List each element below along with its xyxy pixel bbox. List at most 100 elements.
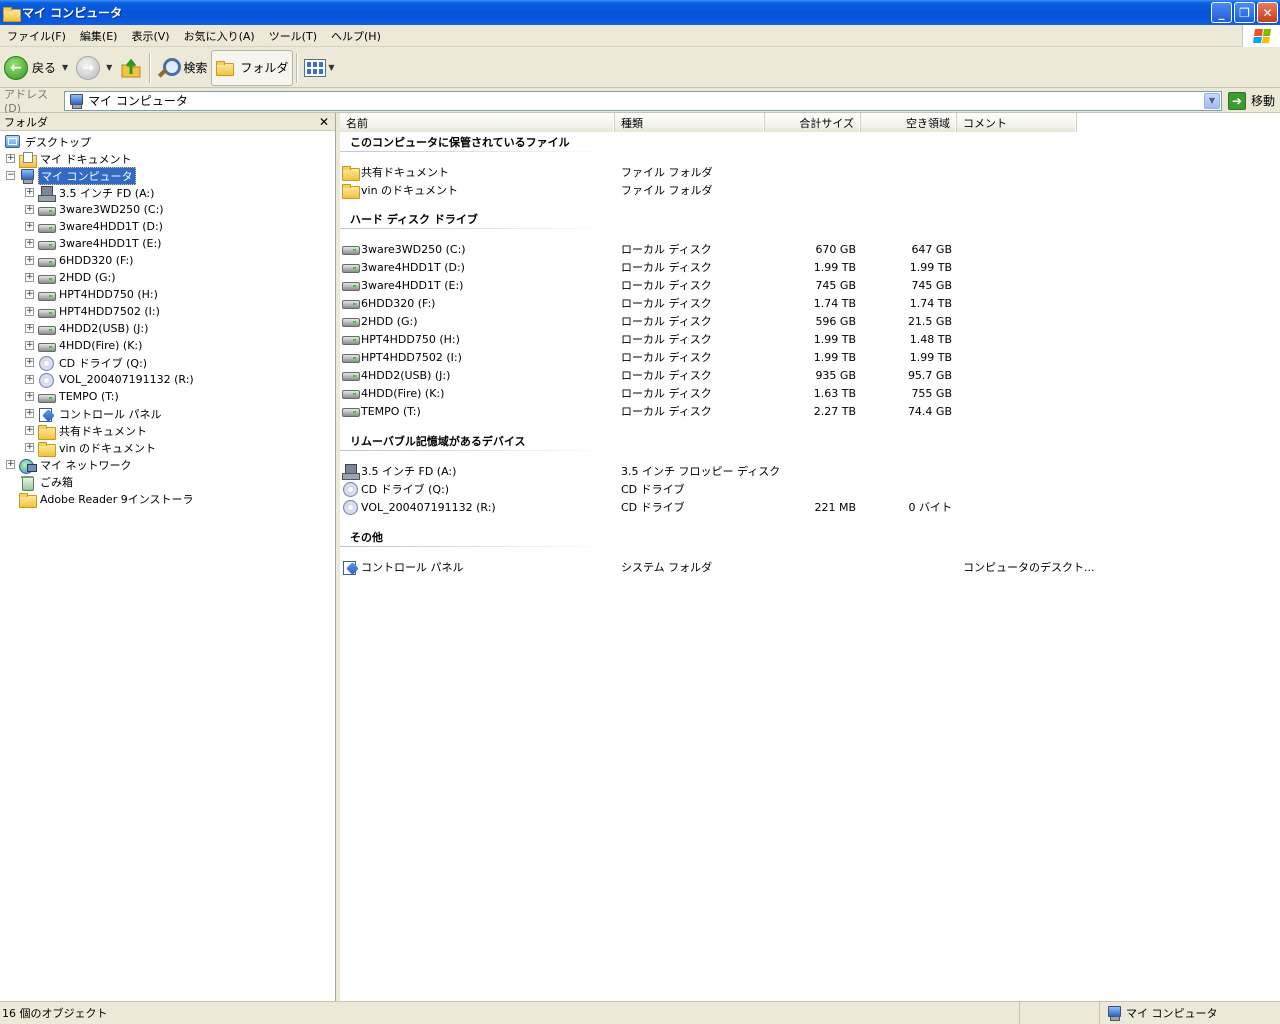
tree-item[interactable]: − マイ コンピュータ [0,166,335,185]
forward-button[interactable]: → ▼ [72,50,116,86]
status-bar: 16 個のオブジェクト マイ コンピュータ [0,1001,1280,1024]
tree-item-label: 2HDD (G:) [59,271,116,284]
tree-item[interactable]: + マイ ネットワーク [0,456,335,474]
list-item[interactable]: 3ware4HDD1T (D:) ローカル ディスク 1.99 TB 1.99 TB [340,258,1280,276]
back-button[interactable]: ← 戻る ▼ [0,50,72,86]
column-header-total-size[interactable]: 合計サイズ [765,113,861,132]
tree-item[interactable]: +4HDD2(USB) (J:) [0,320,335,337]
list-item[interactable]: 4HDD2(USB) (J:) ローカル ディスク 935 GB 95.7 GB [340,366,1280,384]
tree-item[interactable]: + TEMPO (T:) [0,388,335,405]
expand-icon[interactable]: + [25,409,34,418]
expand-icon[interactable]: + [6,154,15,163]
expand-icon[interactable]: + [25,290,34,299]
cell-comment [963,330,1163,348]
tree-item[interactable]: +3.5 インチ FD (A:) [0,184,335,202]
list-item[interactable]: 2HDD (G:) ローカル ディスク 596 GB 21.5 GB [340,312,1280,330]
forward-dropdown-icon[interactable]: ▼ [106,63,112,72]
tree-item[interactable]: Adobe Reader 9インストーラ [0,490,335,508]
expand-icon[interactable]: + [25,443,34,452]
expand-icon[interactable]: + [25,392,34,401]
folder-icon [38,441,56,457]
expand-icon[interactable]: + [25,358,34,367]
list-item[interactable]: vin のドキュメント ファイル フォルダ [340,181,1280,199]
menu-view[interactable]: 表示(V) [124,28,176,44]
menu-favorites[interactable]: お気に入り(A) [177,28,262,44]
expand-icon[interactable]: + [25,324,34,333]
expand-icon[interactable]: + [25,341,34,350]
cell-comment [963,498,1163,516]
title-bar[interactable]: マイ コンピュータ _ ❐ ✕ [0,0,1280,25]
address-dropdown-icon[interactable]: ▼ [1204,92,1220,109]
column-header-free-space[interactable]: 空き領域 [861,113,957,132]
up-button[interactable] [116,50,146,86]
address-input[interactable]: マイ コンピュータ ▼ [64,90,1222,111]
expand-icon[interactable]: + [25,307,34,316]
back-dropdown-icon[interactable]: ▼ [62,63,68,72]
list-item[interactable]: 6HDD320 (F:) ローカル ディスク 1.74 TB 1.74 TB [340,294,1280,312]
expand-icon[interactable]: + [25,375,34,384]
cell-type: ローカル ディスク [621,405,712,418]
expand-icon[interactable]: + [25,426,34,435]
expand-icon[interactable]: + [25,205,34,214]
menu-tools[interactable]: ツール(T) [262,28,324,44]
tree-item[interactable]: +4HDD(Fire) (K:) [0,337,335,354]
tree-item[interactable]: +2HDD (G:) [0,269,335,286]
column-header-comment[interactable]: コメント [957,113,1077,132]
tree-item[interactable]: + HPT4HDD7502 (I:) [0,303,335,320]
menu-help[interactable]: ヘルプ(H) [324,28,388,44]
tree-item[interactable]: + VOL_200407191132 (R:) [0,371,335,388]
forward-arrow-icon: → [76,55,101,80]
cell-comment [963,384,1163,402]
list-item[interactable]: 3.5 インチ FD (A:) 3.5 インチ フロッピー ディスク [340,462,1280,480]
tree-item[interactable]: + コントロール パネル [0,405,335,422]
expand-icon[interactable]: + [25,239,34,248]
expand-icon[interactable]: + [25,222,34,231]
close-icon[interactable]: ✕ [319,115,329,129]
tree-item[interactable]: ごみ箱 [0,473,335,491]
tree-item[interactable]: +3ware3WD250 (C:) [0,201,335,218]
list-item[interactable]: TEMPO (T:) ローカル ディスク 2.27 TB 74.4 GB [340,402,1280,420]
tree-item[interactable]: + vin のドキュメント [0,439,335,457]
tree-item[interactable]: +3ware4HDD1T (D:) [0,218,335,235]
item-name: 3ware4HDD1T (D:) [361,260,465,274]
minimize-button[interactable]: _ [1211,2,1232,23]
close-button[interactable]: ✕ [1257,2,1278,23]
menu-edit[interactable]: 編集(E) [73,28,125,44]
tree-item[interactable]: + HPT4HDD750 (H:) [0,286,335,303]
views-button[interactable]: ▼ [300,50,338,86]
list-item[interactable]: 共有ドキュメント ファイル フォルダ [340,163,1280,181]
tree-item[interactable]: + 共有ドキュメント [0,422,335,440]
drive-icon [38,220,56,234]
tree-item[interactable]: +6HDD320 (F:) [0,252,335,269]
content-pane: 名前 種類 合計サイズ 空き領域 コメント このコンピュータに保管されているファ… [340,113,1280,1001]
list-item[interactable]: CD ドライブ (Q:) CD ドライブ [340,480,1280,498]
tree-item[interactable]: +3ware4HDD1T (E:) [0,235,335,252]
list-item[interactable]: 4HDD(Fire) (K:) ローカル ディスク 1.63 TB 755 GB [340,384,1280,402]
go-button[interactable]: ➜ 移動 [1228,91,1275,110]
search-button[interactable]: 検索 [153,50,211,86]
expand-icon[interactable]: + [25,188,34,197]
column-header-name[interactable]: 名前 [340,113,615,132]
list-item[interactable]: HPT4HDD750 (H:) ローカル ディスク 1.99 TB 1.48 TB [340,330,1280,348]
list-item[interactable]: HPT4HDD7502 (I:) ローカル ディスク 1.99 TB 1.99 TB [340,348,1280,366]
list-item[interactable]: コントロール パネル システム フォルダ コンピュータのデスクト... [340,558,1280,576]
expand-icon[interactable]: + [25,273,34,282]
views-dropdown-icon[interactable]: ▼ [328,63,334,72]
expand-icon[interactable]: + [25,256,34,265]
tree-item[interactable]: + マイ ドキュメント [0,150,335,168]
list-item[interactable]: VOL_200407191132 (R:) CD ドライブ 221 MB 0 バイト [340,498,1280,516]
tree-item[interactable]: デスクトップ [0,133,335,150]
cell-type: ローカル ディスク [621,333,712,346]
menu-file[interactable]: ファイル(F) [0,28,73,44]
collapse-icon[interactable]: − [6,171,15,180]
toolbar-separator [149,52,151,83]
restore-button[interactable]: ❐ [1234,2,1255,23]
column-header-type[interactable]: 種類 [615,113,765,132]
cell-type: ローカル ディスク [621,351,712,364]
expand-icon[interactable]: + [6,460,15,469]
tree-item[interactable]: + CD ドライブ (Q:) [0,354,335,371]
folders-button[interactable]: フォルダ [211,49,294,86]
list-item[interactable]: 3ware4HDD1T (E:) ローカル ディスク 745 GB 745 GB [340,276,1280,294]
cell-type: ファイル フォルダ [621,166,713,179]
list-item[interactable]: 3ware3WD250 (C:) ローカル ディスク 670 GB 647 GB [340,240,1280,258]
